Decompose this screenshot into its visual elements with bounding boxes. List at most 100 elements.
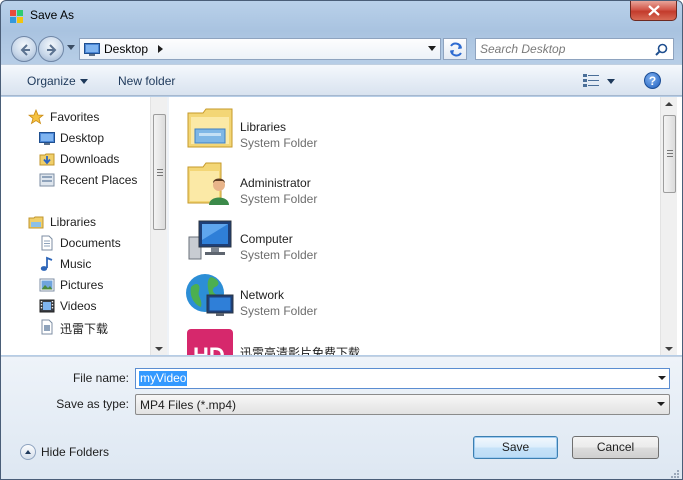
nav-libraries[interactable]: Libraries bbox=[8, 212, 148, 232]
nav-downloads[interactable]: Downloads bbox=[8, 149, 148, 169]
refresh-button[interactable] bbox=[443, 38, 467, 60]
desktop-icon bbox=[84, 43, 100, 56]
svg-text:HD: HD bbox=[193, 343, 225, 355]
nav-item-label: Desktop bbox=[60, 131, 105, 145]
command-bar: Organize New folder ? bbox=[1, 64, 682, 96]
nav-documents[interactable]: Documents bbox=[8, 233, 148, 253]
chevron-down-icon bbox=[657, 402, 665, 406]
nav-item-label: Videos bbox=[60, 299, 97, 313]
nav-scrollbar[interactable] bbox=[150, 97, 167, 355]
desktop-icon bbox=[39, 132, 55, 145]
file-name-value[interactable]: myVideo bbox=[139, 371, 188, 386]
file-type: System Folder bbox=[240, 304, 318, 318]
breadcrumb-desktop[interactable]: Desktop bbox=[104, 42, 148, 56]
scroll-thumb[interactable] bbox=[663, 115, 676, 193]
pictures-icon bbox=[39, 278, 55, 292]
nav-pictures[interactable]: Pictures bbox=[8, 275, 148, 295]
new-folder-button[interactable]: New folder bbox=[118, 74, 175, 88]
save-as-type-select[interactable]: MP4 Files (*.mp4) bbox=[135, 394, 670, 415]
app-icon bbox=[10, 10, 23, 23]
favorites-label: Favorites bbox=[50, 110, 100, 124]
network-icon bbox=[186, 274, 234, 316]
recent-places-icon bbox=[39, 173, 55, 187]
address-bar[interactable]: Desktop bbox=[79, 38, 441, 60]
nav-recent-places[interactable]: Recent Places bbox=[8, 170, 148, 190]
list-item-xunlei-shortcut[interactable]: HD 迅雷高清影片免费下载 Shortcut bbox=[185, 327, 485, 355]
nav-desktop[interactable]: Desktop bbox=[8, 128, 148, 148]
nav-music[interactable]: Music bbox=[8, 254, 148, 274]
address-dropdown-icon[interactable] bbox=[428, 46, 436, 51]
save-as-type-label: Save as type: bbox=[56, 397, 129, 411]
search-input[interactable] bbox=[480, 41, 650, 57]
downloads-library-icon bbox=[41, 319, 53, 335]
file-name: 迅雷高清影片免费下载 bbox=[240, 346, 361, 355]
pane-splitter[interactable] bbox=[167, 97, 169, 355]
libraries-folder-icon bbox=[187, 108, 233, 148]
file-type: System Folder bbox=[240, 248, 318, 262]
scroll-thumb[interactable] bbox=[153, 114, 166, 230]
refresh-icon bbox=[450, 42, 462, 57]
cancel-button[interactable]: Cancel bbox=[572, 436, 659, 459]
hd-shortcut-icon: HD bbox=[187, 329, 233, 355]
nav-item-label: Pictures bbox=[60, 278, 104, 292]
file-name-dropdown-icon[interactable] bbox=[658, 376, 666, 380]
scroll-up-arrow[interactable] bbox=[665, 102, 673, 106]
star-icon bbox=[28, 109, 44, 125]
recent-pages-dropdown-icon[interactable] bbox=[67, 45, 75, 50]
navigation-pane: Favorites Desktop Downloads Recent Place… bbox=[8, 97, 167, 355]
save-form: File name: myVideo Save as type: MP4 Fil… bbox=[1, 356, 682, 479]
close-icon bbox=[648, 5, 660, 16]
back-button[interactable] bbox=[11, 36, 37, 62]
scroll-down-arrow[interactable] bbox=[665, 347, 673, 351]
list-item-computer[interactable]: Computer System Folder bbox=[185, 215, 485, 271]
forward-button[interactable] bbox=[38, 36, 64, 62]
browser-content: Favorites Desktop Downloads Recent Place… bbox=[1, 97, 682, 355]
save-as-dialog: Save As Desktop Search Desktop Organize … bbox=[0, 0, 683, 480]
nav-videos[interactable]: Videos bbox=[8, 296, 148, 316]
downloads-folder-icon bbox=[39, 153, 55, 166]
music-icon bbox=[40, 256, 53, 271]
file-name-field[interactable]: myVideo bbox=[135, 368, 670, 389]
help-icon[interactable]: ? bbox=[644, 72, 661, 89]
list-item-administrator[interactable]: Administrator System Folder bbox=[185, 159, 485, 215]
search-box[interactable] bbox=[475, 38, 674, 60]
hide-folders-label: Hide Folders bbox=[41, 445, 110, 459]
file-list-scrollbar[interactable] bbox=[660, 97, 677, 355]
nav-xunlei-download[interactable]: 迅雷下载 bbox=[8, 317, 148, 337]
save-as-type-value: MP4 Files (*.mp4) bbox=[140, 398, 237, 412]
save-button[interactable]: Save bbox=[473, 436, 558, 459]
address-row: Desktop bbox=[1, 31, 682, 63]
file-name: Libraries bbox=[240, 120, 287, 134]
organize-label: Organize bbox=[27, 74, 76, 88]
file-name: Administrator bbox=[240, 176, 311, 190]
nav-item-label: Downloads bbox=[60, 152, 120, 166]
window-title: Save As bbox=[30, 8, 75, 22]
documents-icon bbox=[41, 235, 53, 251]
nav-item-label: Documents bbox=[60, 236, 121, 250]
file-list: Libraries System Folder Administrator Sy… bbox=[171, 97, 660, 355]
nav-favorites[interactable]: Favorites bbox=[8, 107, 148, 127]
libraries-icon bbox=[28, 216, 44, 229]
nav-item-label: 迅雷下载 bbox=[60, 322, 109, 336]
forward-arrow-icon bbox=[47, 44, 57, 56]
collapse-up-icon bbox=[20, 444, 36, 460]
search-icon[interactable] bbox=[655, 43, 668, 56]
chevron-down-icon bbox=[79, 79, 88, 85]
videos-icon bbox=[39, 299, 55, 313]
breadcrumb-chevron-icon[interactable] bbox=[158, 45, 163, 53]
nav-item-label: Recent Places bbox=[60, 173, 138, 187]
change-view-icon[interactable] bbox=[583, 74, 599, 88]
view-dropdown-icon[interactable] bbox=[607, 79, 615, 84]
libraries-label: Libraries bbox=[50, 215, 97, 229]
back-arrow-icon bbox=[20, 44, 30, 56]
list-item-libraries[interactable]: Libraries System Folder bbox=[185, 103, 485, 159]
resize-grip-icon[interactable] bbox=[670, 469, 680, 479]
file-name: Network bbox=[240, 288, 285, 302]
file-type: System Folder bbox=[240, 192, 318, 206]
user-folder-icon bbox=[187, 162, 229, 205]
organize-menu[interactable]: Organize bbox=[27, 74, 88, 88]
close-button[interactable] bbox=[630, 1, 677, 21]
scroll-down-arrow[interactable] bbox=[155, 347, 163, 351]
computer-icon bbox=[188, 220, 232, 260]
list-item-network[interactable]: Network System Folder bbox=[185, 271, 485, 327]
